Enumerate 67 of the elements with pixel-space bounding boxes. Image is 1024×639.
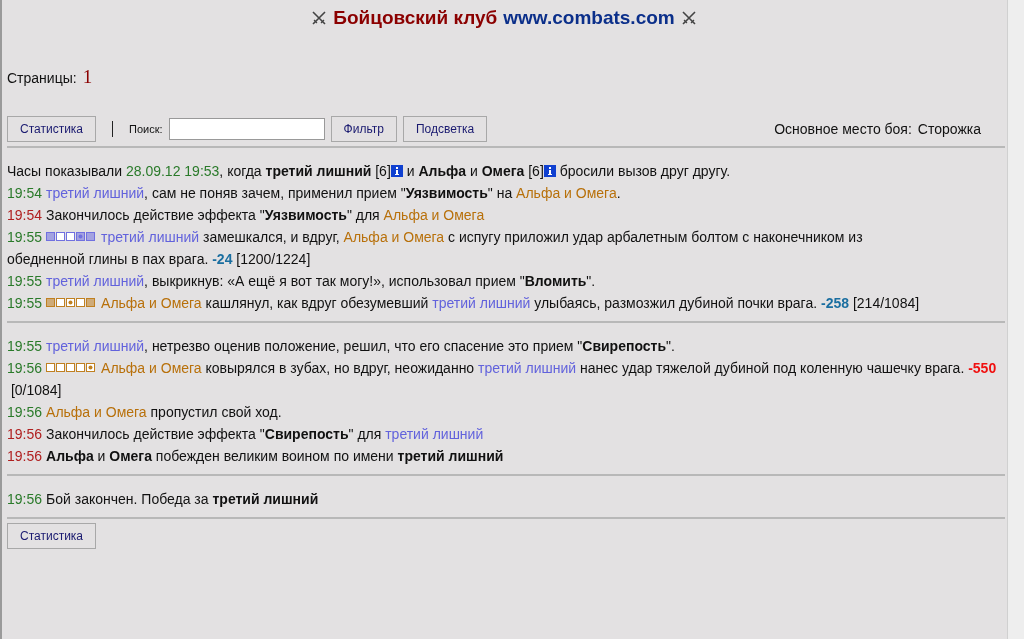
log-text: Часы показывали (7, 162, 124, 181)
log-time: 19:56 (7, 490, 43, 509)
damage-value: -258 (821, 294, 850, 313)
log-text: нанес удар тяжелой дубиной под коленную чашечку (579, 359, 922, 378)
log-time: 19:55 (7, 272, 43, 291)
log-text: , нетрезво оценив положение, решил, что его спасение это прием "Свирепость". (144, 337, 675, 356)
player-name[interactable]: третий лишний (432, 292, 531, 314)
log-text: [214/1084] (851, 294, 920, 313)
log-text: Закончилось действие эффекта "Уязвимость" для (46, 206, 381, 225)
log-text: . (616, 184, 621, 203)
page-link[interactable]: 1 (82, 66, 93, 88)
info-icon[interactable] (390, 165, 403, 177)
log-time: 19:55 (7, 294, 43, 313)
log-time: 19:56 (7, 359, 43, 378)
log-text: , сам не поняв зачем, применил прием "Уязвимость" на (144, 184, 514, 203)
log-time: 19:56 (7, 447, 43, 466)
log-text: Закончилось действие эффекта "Свирепость" для (46, 425, 383, 444)
log-text: Бой закончен. Победа за третий лишний (46, 490, 319, 509)
player-name[interactable]: Альфа и Омега (343, 226, 445, 248)
crossed-swords-icon (680, 10, 697, 26)
log-text: [1200/1224] (235, 250, 311, 269)
player-name[interactable]: третий лишний (46, 182, 145, 204)
log-text: кашлянул, как вдруг обезумевший (204, 294, 430, 313)
filter-button[interactable]: Фильтр (330, 116, 397, 142)
log-text: врага. (924, 359, 966, 378)
damage-value: -550 (968, 359, 997, 378)
location-label: Основное место боя: (774, 121, 912, 137)
log-text: замешкался, и вдруг, (202, 228, 341, 247)
player-name[interactable]: Альфа и Омега (383, 204, 485, 226)
player-name[interactable]: Альфа и Омега (46, 401, 147, 423)
log-text: бросили вызов друг другу. (558, 162, 731, 181)
statistics-button[interactable]: Статистика (7, 523, 97, 549)
player-name[interactable]: третий лишний (46, 335, 145, 357)
site-link[interactable]: www.combats.com (503, 7, 675, 29)
search-field[interactable] (168, 118, 325, 140)
log-text: пропустил свой ход. (149, 403, 282, 422)
log-time: 19:55 (7, 337, 43, 356)
log-text: , выкрикнув: «А ещё я вот так могу!», использовал прием "Вломить". (144, 272, 596, 291)
player-name[interactable]: Альфа и Омега (516, 182, 617, 204)
crossed-swords-icon (311, 10, 328, 26)
location-value: Сторожка (917, 121, 981, 137)
player-name[interactable]: третий лишний (385, 423, 484, 445)
log-text: улыбаясь, размозжил дубиной почки врага. (533, 294, 819, 313)
log-text: и Альфа и Омега [6] (405, 162, 544, 181)
log-time: 19:54 (7, 184, 43, 203)
player-name[interactable]: третий лишний (46, 270, 145, 292)
log-text: Альфа и Омега побежден великим воином по имени третий лишний (46, 447, 504, 466)
pages-label: Страницы: (7, 70, 77, 86)
player-name[interactable]: третий лишний (478, 357, 577, 379)
player-name[interactable]: третий лишний (101, 226, 200, 248)
log-time: 19:56 (7, 425, 43, 444)
search-label: Поиск: (129, 123, 163, 135)
log-text: обедненной глины в пах врага. (7, 250, 210, 269)
log-text: с испугу приложил удар арбалетным болтом с наконечником из (447, 228, 864, 247)
log-text: ковырялся в зубах, но вдруг, неожиданно (204, 359, 476, 378)
highlight-button[interactable]: Подсветка (402, 116, 488, 142)
statistics-button[interactable]: Статистика (7, 116, 97, 142)
log-text: , когда третий лишний [6] (219, 162, 391, 181)
log-time: 19:56 (7, 403, 43, 422)
player-name[interactable]: Альфа и Омега (101, 357, 202, 379)
damage-value: -24 (212, 250, 233, 269)
log-time: 19:54 (7, 206, 43, 225)
log-time: 19:55 (7, 228, 43, 247)
site-title: Бойцовский клуб (333, 7, 498, 29)
log-text: [0/1084] (9, 381, 62, 400)
info-icon[interactable] (543, 165, 556, 177)
player-name[interactable]: Альфа и Омега (101, 292, 202, 314)
